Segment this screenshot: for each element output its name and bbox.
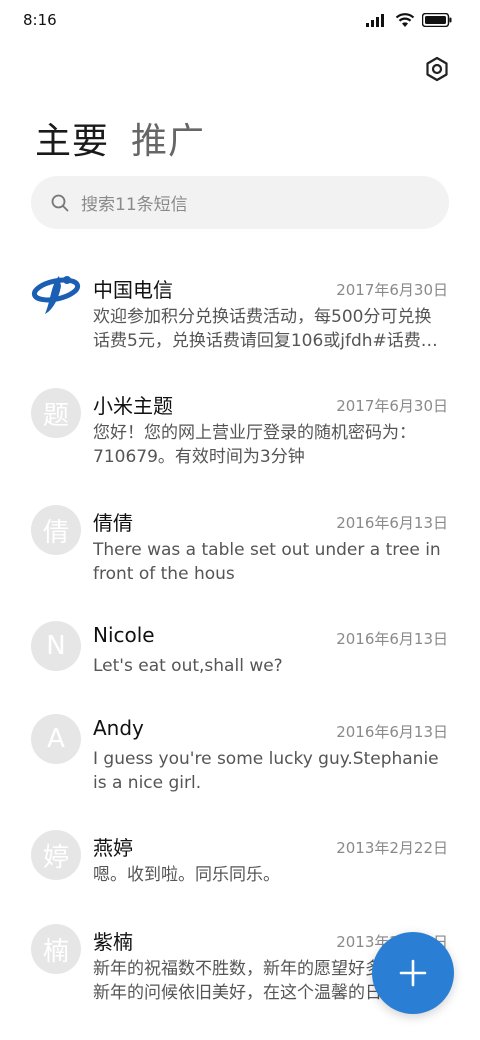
message-preview: There was a table set out under a tree i…	[93, 540, 441, 584]
message-preview: Let's eat out,shall we?	[93, 656, 283, 676]
contact-name: Nicole	[93, 623, 155, 647]
message-date: 2017年6月30日	[336, 281, 448, 299]
avatar: 倩	[31, 505, 81, 555]
conversation-row[interactable]: 婷 燕婷 2013年2月22日 嗯。收到啦。同乐同乐。	[0, 820, 480, 910]
avatar: 楠	[31, 924, 81, 974]
search-icon	[51, 194, 69, 211]
conversation-row[interactable]: A Andy 2016年6月13日 I guess you're some lu…	[0, 704, 480, 814]
gear-icon	[426, 56, 448, 82]
message-date: 2016年6月13日	[336, 514, 448, 532]
message-date: 2016年6月13日	[336, 723, 448, 741]
avatar: A	[31, 714, 81, 764]
message-preview: 欢迎参加积分兑换话费活动，每500分可兑换话费5元，兑换话费请回复106或jfd…	[93, 307, 438, 351]
avatar: 题	[31, 388, 81, 438]
telecom-logo-icon	[31, 270, 81, 320]
message-date: 2017年6月30日	[336, 397, 448, 415]
search-placeholder: 搜索11条短信	[81, 195, 188, 215]
plus-icon	[399, 959, 427, 987]
search-input[interactable]: 搜索11条短信	[31, 176, 449, 229]
message-preview: I guess you're some lucky guy.Stephanie …	[93, 749, 439, 793]
tab-promotions[interactable]: 推广	[131, 112, 205, 164]
status-time: 8:16	[23, 11, 57, 29]
avatar: 婷	[31, 830, 81, 880]
contact-name: 小米主题	[93, 394, 173, 418]
message-date: 2016年6月13日	[336, 630, 448, 648]
message-date: 2013年2月22日	[336, 839, 448, 857]
contact-name: Andy	[93, 716, 144, 740]
compose-button[interactable]	[372, 932, 454, 1014]
battery-icon	[422, 13, 452, 27]
settings-button[interactable]	[421, 53, 453, 85]
status-icons	[366, 12, 452, 28]
conversation-row[interactable]: 中国电信 2017年6月30日 欢迎参加积分兑换话费活动，每500分可兑换话费5…	[0, 262, 480, 372]
status-bar: 8:16	[0, 0, 480, 42]
tab-bar: 主要 推广	[35, 112, 205, 164]
conversation-row[interactable]: N Nicole 2016年6月13日 Let's eat out,shall …	[0, 611, 480, 701]
contact-name: 燕婷	[93, 836, 133, 860]
tab-primary[interactable]: 主要	[35, 112, 109, 164]
conversation-row[interactable]: 倩 倩倩 2016年6月13日 There was a table set ou…	[0, 495, 480, 605]
contact-name: 中国电信	[93, 278, 173, 302]
signal-icon	[366, 14, 384, 27]
message-preview: 您好！您的网上营业厅登录的随机密码为：710679。有效时间为3分钟	[93, 423, 416, 467]
contact-name: 紫楠	[93, 930, 133, 954]
contact-name: 倩倩	[93, 511, 133, 535]
avatar: N	[31, 621, 81, 671]
conversation-row[interactable]: 题 小米主题 2017年6月30日 您好！您的网上营业厅登录的随机密码为：710…	[0, 378, 480, 488]
wifi-icon	[395, 13, 415, 27]
message-preview: 嗯。收到啦。同乐同乐。	[93, 865, 280, 885]
